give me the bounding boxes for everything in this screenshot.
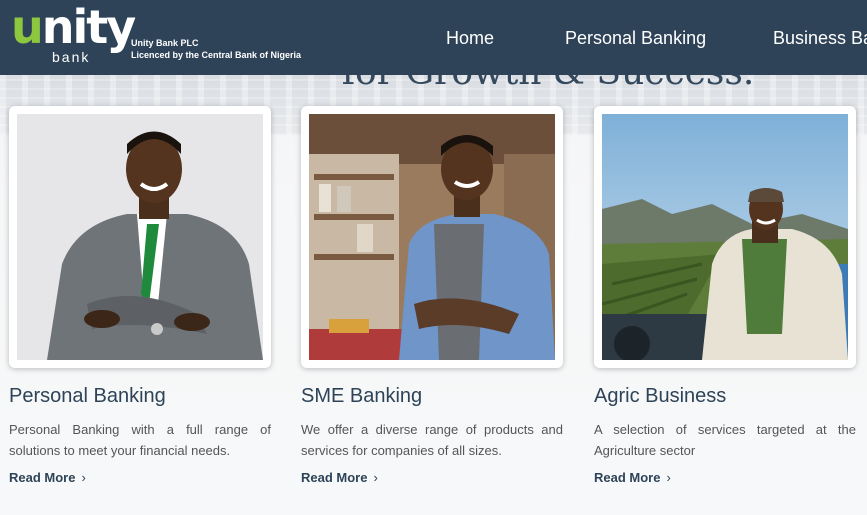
page: unity bank Unity Bank PLC Licenced by th… bbox=[0, 0, 867, 515]
card-personal-banking: Personal Banking Personal Banking with a… bbox=[9, 106, 271, 487]
read-more-label: Read More bbox=[301, 470, 368, 485]
nav-home[interactable]: Home bbox=[446, 28, 494, 49]
card-description: A selection of services targeted at the … bbox=[594, 422, 856, 458]
card-photo-frame bbox=[9, 106, 271, 368]
card-title: SME Banking bbox=[301, 385, 423, 407]
chevron-right-icon: › bbox=[373, 470, 378, 485]
card-title: Personal Banking bbox=[9, 385, 166, 407]
brand-text: Unity Bank PLC Licenced by the Central B… bbox=[131, 37, 301, 61]
read-more-label: Read More bbox=[594, 470, 661, 485]
card-photo-frame bbox=[594, 106, 856, 368]
agric-business-photo[interactable] bbox=[602, 114, 848, 360]
chevron-right-icon: › bbox=[81, 470, 86, 485]
read-more-link[interactable]: Read More › bbox=[594, 470, 671, 485]
logo-wordmark: unity bbox=[11, 0, 136, 54]
site-header: unity bank Unity Bank PLC Licenced by th… bbox=[0, 0, 867, 75]
card-sme-banking: SME Banking We offer a diverse range of … bbox=[301, 106, 563, 487]
sme-banking-photo[interactable] bbox=[309, 114, 555, 360]
read-more-label: Read More bbox=[9, 470, 76, 485]
chevron-right-icon: › bbox=[666, 470, 671, 485]
read-more-link[interactable]: Read More › bbox=[9, 470, 86, 485]
brand-name: Unity Bank PLC bbox=[131, 38, 199, 48]
brand-licence: Licenced by the Central Bank of Nigeria bbox=[131, 50, 302, 60]
read-more-link[interactable]: Read More › bbox=[301, 470, 378, 485]
card-agric-business: Agric Business A selection of services t… bbox=[594, 106, 856, 487]
card-title: Agric Business bbox=[594, 385, 727, 407]
card-description: We offer a diverse range of products and… bbox=[301, 422, 563, 458]
card-photo-frame bbox=[301, 106, 563, 368]
personal-banking-photo[interactable] bbox=[17, 114, 263, 360]
unity-bank-logo[interactable]: unity bank bbox=[11, 2, 136, 68]
card-description: Personal Banking with a full range of so… bbox=[9, 422, 271, 458]
nav-business-banking[interactable]: Business Ba bbox=[773, 28, 867, 49]
nav-personal-banking[interactable]: Personal Banking bbox=[565, 28, 706, 49]
logo-subtext: bank bbox=[52, 49, 91, 65]
